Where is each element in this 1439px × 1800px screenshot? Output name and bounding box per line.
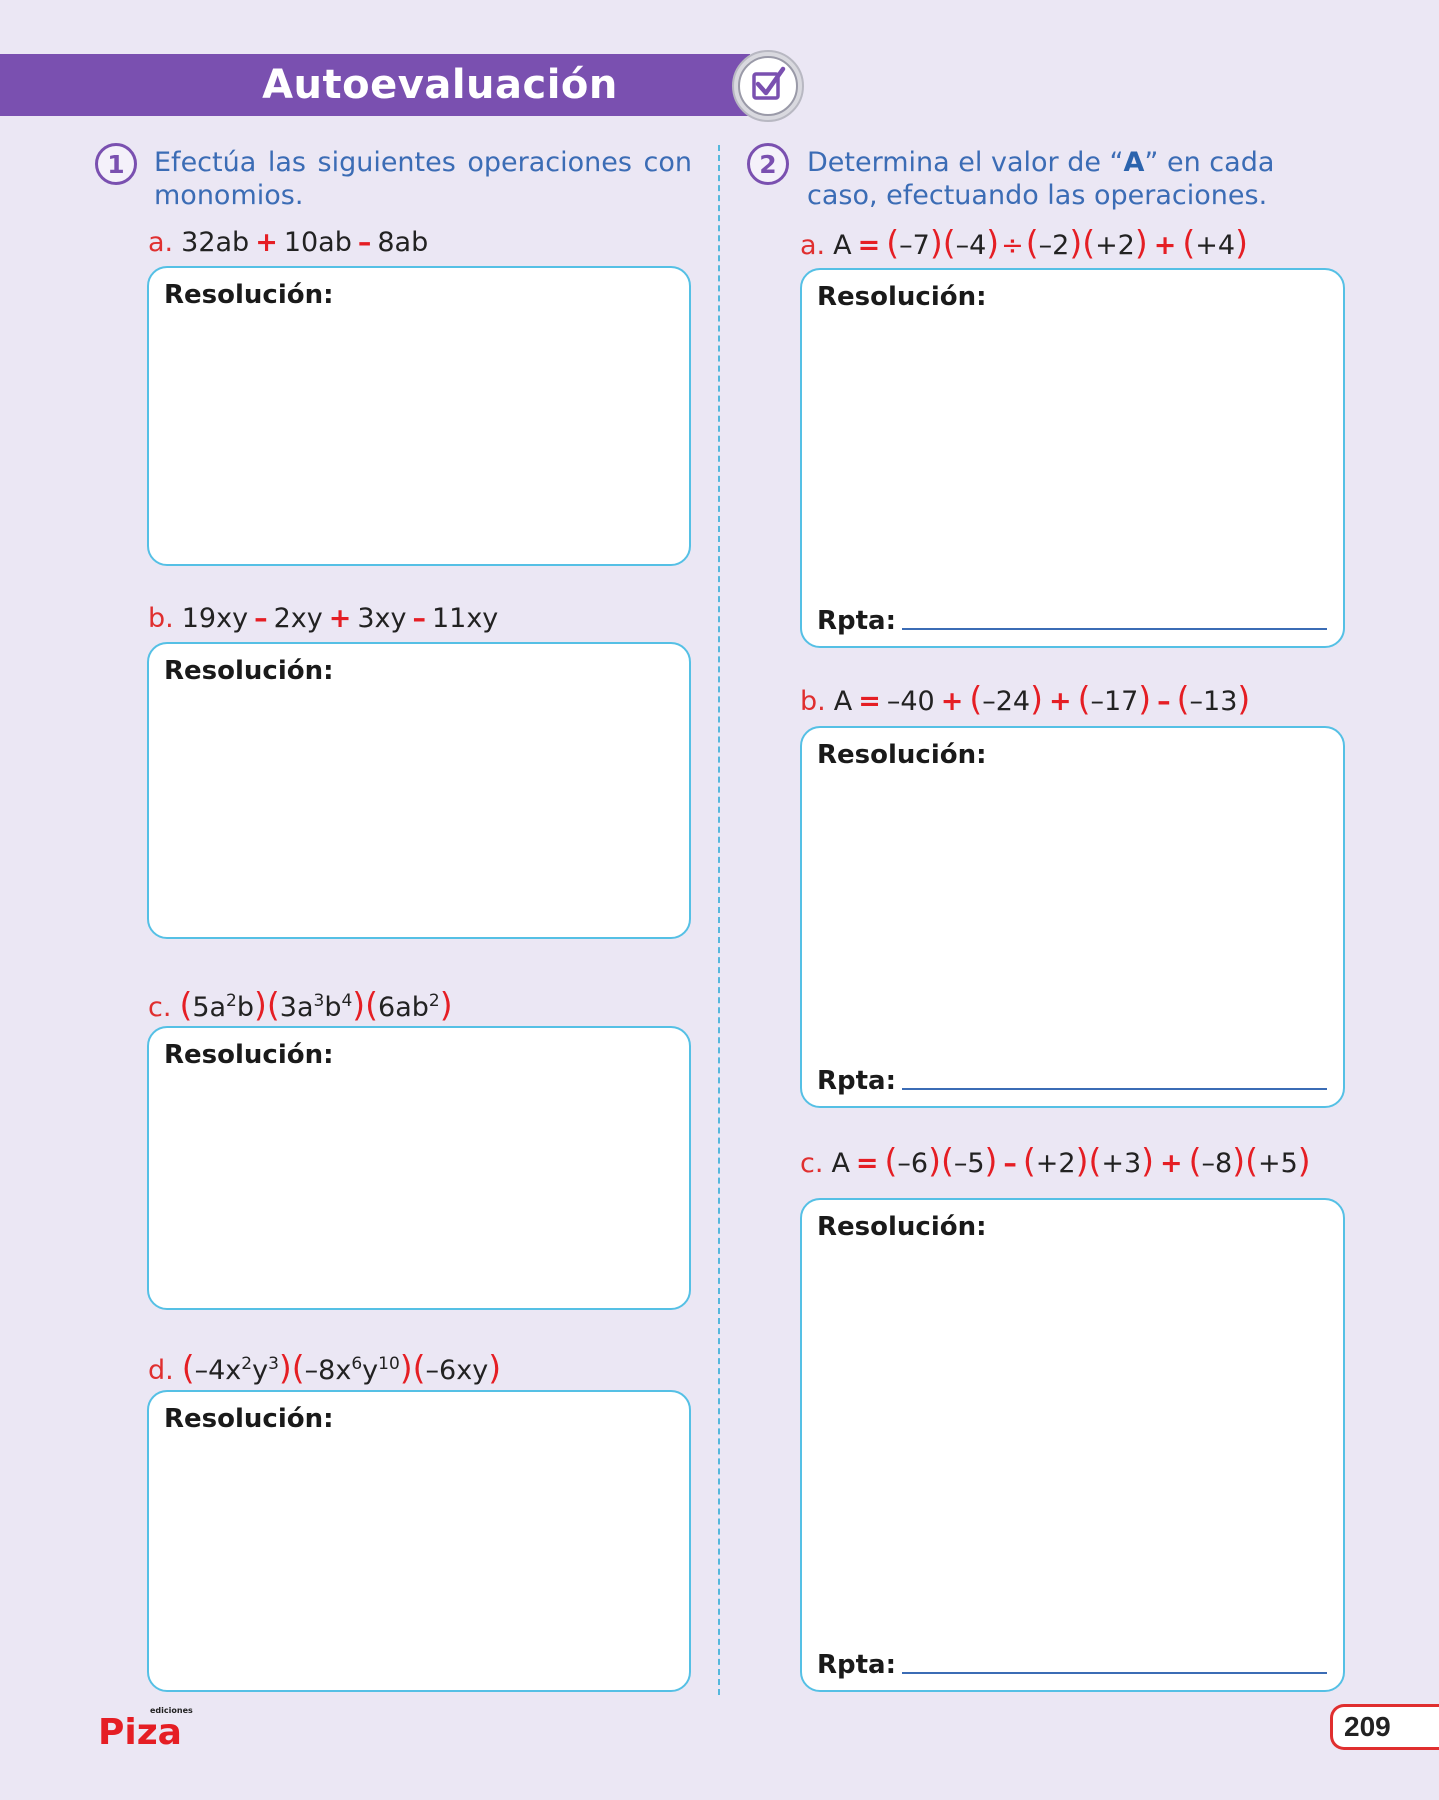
exercise-1d: d. (–4x2y3)(–8x6y10)(–6xy) [148, 1348, 502, 1387]
question-number-2: 2 [747, 143, 789, 185]
resolution-label: Resolución: [817, 740, 987, 770]
question-1-instruction: Efectúa las siguientes operaciones con m… [154, 147, 692, 211]
answer-field[interactable]: Rpta: [817, 606, 1327, 636]
svg-text:Piza: Piza [98, 1712, 182, 1750]
resolution-box-2c[interactable]: Resolución: Rpta: [800, 1198, 1345, 1692]
resolution-label: Resolución: [164, 1040, 334, 1070]
answer-field[interactable]: Rpta: [817, 1066, 1327, 1096]
resolution-label: Resolución: [164, 656, 334, 686]
answer-label: Rpta: [817, 606, 897, 636]
resolution-label: Resolución: [164, 1404, 334, 1434]
question-2-instruction: Determina el valor de “A” en cada caso, … [807, 147, 1275, 211]
answer-line [902, 1088, 1327, 1090]
resolution-box-1d[interactable]: Resolución: [147, 1390, 691, 1692]
resolution-box-2b[interactable]: Resolución: Rpta: [800, 726, 1345, 1108]
checkbox-check-icon [732, 50, 804, 122]
exercise-2a: a. A = (–7)(–4)÷(–2)(+2) + (+4) [800, 223, 1248, 262]
resolution-label: Resolución: [164, 280, 334, 310]
answer-field[interactable]: Rpta: [817, 1650, 1327, 1680]
column-divider [718, 145, 720, 1695]
exercise-1a: a. 32ab +10ab –8ab [148, 227, 429, 258]
piza-logo: ediciones Piza [98, 1706, 193, 1750]
resolution-label: Resolución: [817, 282, 987, 312]
exercise-1c: c. (5a2b)(3a3b4)(6ab2) [148, 985, 453, 1024]
resolution-box-1c[interactable]: Resolución: [147, 1026, 691, 1310]
resolution-box-1b[interactable]: Resolución: [147, 642, 691, 939]
answer-line [902, 1672, 1327, 1674]
page-number: 209 [1344, 1711, 1391, 1742]
resolution-box-2a[interactable]: Resolución: Rpta: [800, 268, 1345, 648]
exercise-2c: c. A = (–6)(–5) – (+2)(+3) + (–8)(+5) [800, 1141, 1311, 1180]
answer-line [902, 628, 1327, 630]
answer-label: Rpta: [817, 1650, 897, 1680]
answer-label: Rpta: [817, 1066, 897, 1096]
question-number-1: 1 [95, 143, 137, 185]
exercise-1b: b. 19xy –2xy +3xy –11xy [148, 603, 499, 634]
resolution-label: Resolución: [817, 1212, 987, 1242]
exercise-2b: b. A = –40 + (–24) + (–17) – (–13) [800, 679, 1251, 718]
resolution-box-1a[interactable]: Resolución: [147, 266, 691, 566]
